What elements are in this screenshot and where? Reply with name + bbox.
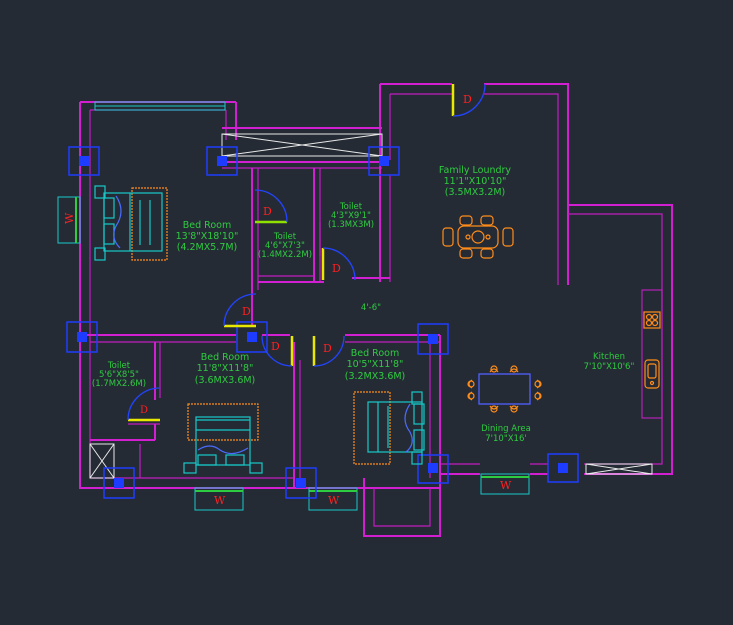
door-mark-bed3: D: [323, 342, 332, 355]
window-mark-left: W: [63, 212, 76, 224]
bed1-size-m: (4.2MX5.7M): [177, 242, 238, 253]
window-mark-dining: W: [500, 479, 512, 492]
kitchen-name: Kitchen: [593, 352, 625, 362]
bed1-name: Bed Room: [183, 220, 231, 231]
bed2-size-ft: 11'8"X11'8": [197, 363, 254, 374]
door-mark-toilet-c: D: [140, 405, 148, 416]
bed2-size-m: (3.6MX3.6M): [195, 375, 256, 386]
bed2-name: Bed Room: [201, 352, 249, 363]
room-labels: Bed Room 13'8"X18'10" (4.2MX5.7M) Toilet…: [92, 165, 635, 444]
bed3-size-ft: 10'5"X11'8": [347, 359, 404, 370]
kitchen-fixtures: [643, 311, 661, 389]
passage-dim: 4'-6": [361, 303, 381, 313]
toilet-a-size-m: (1.4MX2.2M): [258, 250, 312, 260]
door-mark-bed1: D: [242, 305, 251, 318]
dining-table: [467, 365, 542, 413]
door-mark-family: D: [463, 93, 472, 106]
windows: [89, 101, 663, 479]
door-mark-bed2: D: [271, 340, 280, 353]
family-table: [442, 215, 514, 259]
family-name: Family Loundry: [439, 165, 512, 176]
bed-1: [94, 185, 168, 261]
toilet-b-size-m: (1.3MX3M): [328, 220, 374, 230]
window-mark-bed3: W: [328, 494, 340, 507]
door-mark-toilet-b: D: [332, 262, 341, 275]
bed3-name: Bed Room: [351, 348, 399, 359]
bed3-size-m: (3.2MX3.6M): [345, 371, 406, 382]
family-size-m: (3.5MX3.2M): [445, 187, 506, 198]
kitchen-size-ft: 7'10"X10'6": [584, 362, 635, 372]
furniture: [94, 185, 661, 474]
columns: [66, 146, 579, 499]
bed-3: [353, 391, 425, 465]
family-size-ft: 11'1"X10'10": [444, 176, 507, 187]
floor-plan: W W W W D D D D D D D Bed Room 13'8"X18'…: [57, 83, 673, 537]
dining-name: Dining Area: [481, 424, 531, 434]
bed1-size-ft: 13'8"X18'10": [176, 231, 239, 242]
dining-size-ft: 7'10"X16': [485, 434, 526, 444]
toilet-c-size-m: (1.7MX2.6M): [92, 379, 146, 389]
window-mark-bed2: W: [214, 494, 226, 507]
door-mark-toilet-a: D: [263, 205, 272, 218]
bed-2: [183, 403, 263, 474]
